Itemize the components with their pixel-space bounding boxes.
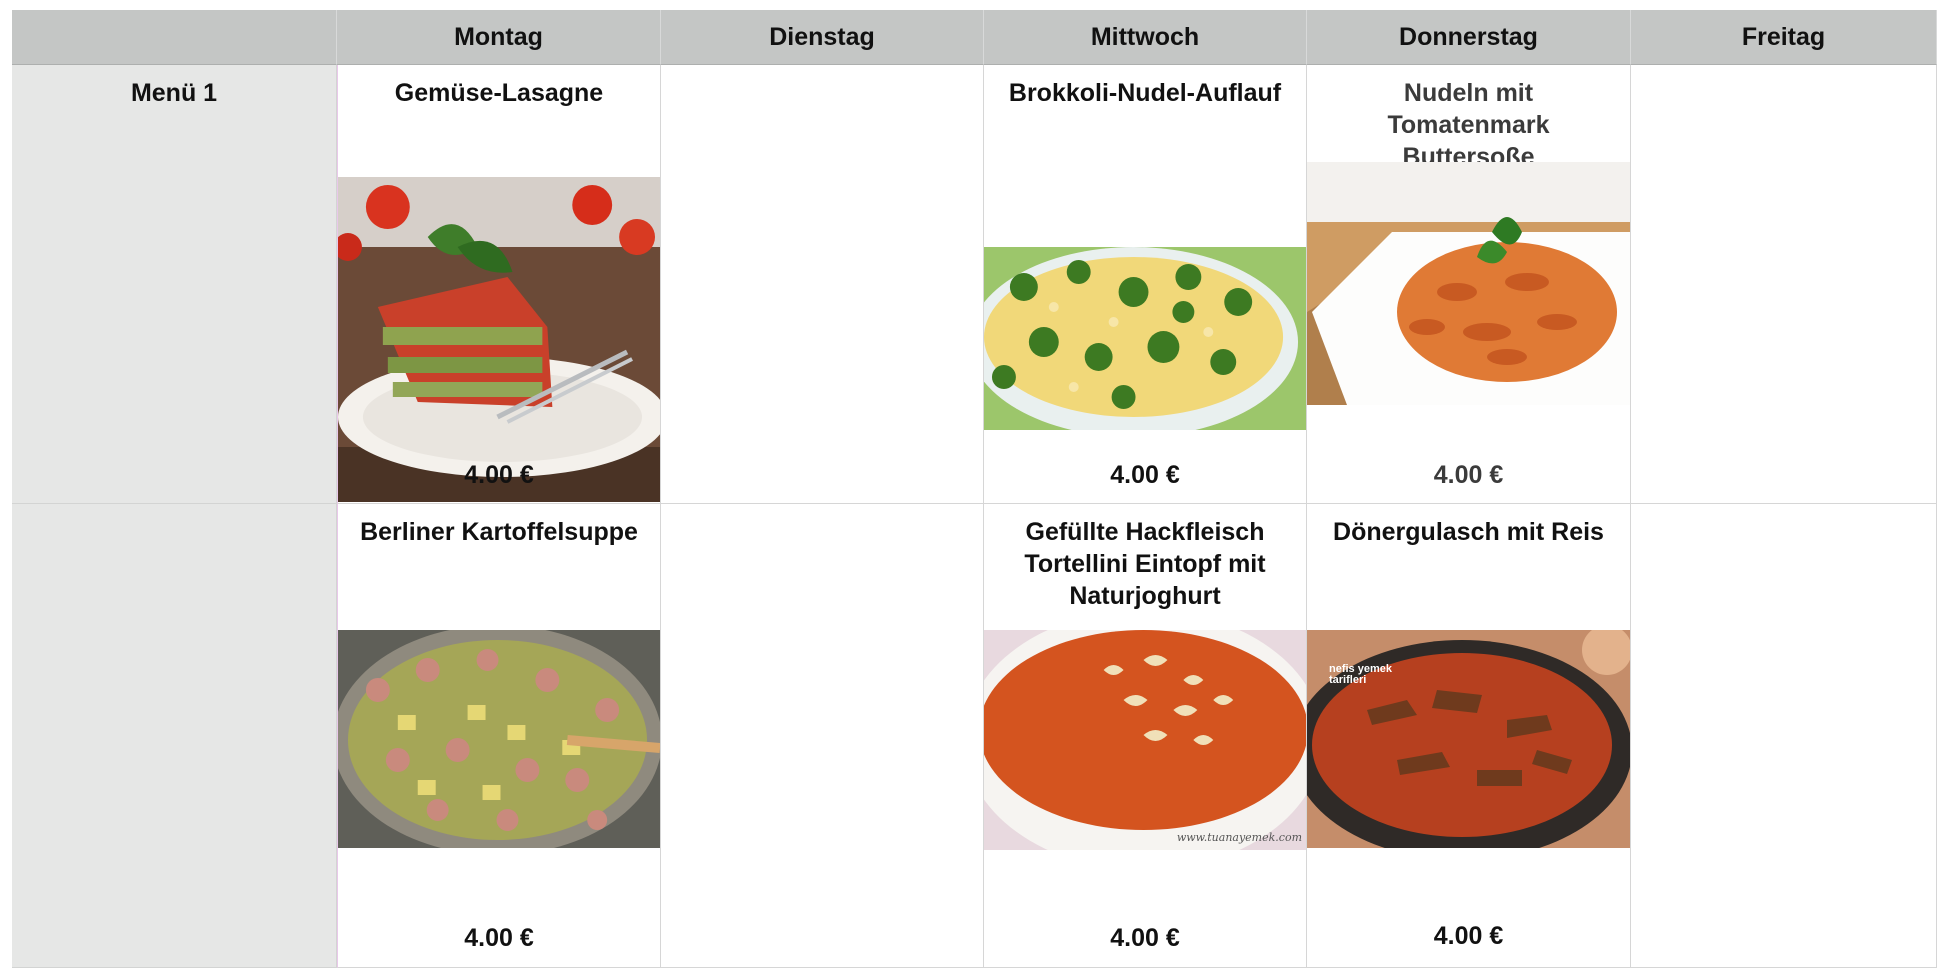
dish-title: Berliner Kartoffelsuppe (360, 518, 638, 546)
photo-watermark: www.tuanayemek.com (1176, 831, 1302, 844)
header-day-freitag: Freitag (1631, 10, 1937, 65)
dish-cell-donnerstag-2[interactable]: Dönergulasch mit Reis nefis yemek tarifl… (1307, 504, 1631, 968)
photo-watermark: nefis yemek tarifleri (1329, 663, 1392, 686)
weekly-menu-table: Montag Dienstag Mittwoch Donnerstag Frei… (12, 10, 1937, 968)
dish-cell-dienstag-1-empty (661, 65, 984, 504)
dish-cell-freitag-2-empty (1631, 504, 1937, 968)
fusilli-tomato-photo (1307, 162, 1630, 405)
dish-title: Brokkoli-Nudel-Auflauf (1008, 79, 1282, 107)
dish-title: Dönergulasch mit Reis (1333, 518, 1604, 546)
lasagne-photo (338, 177, 660, 502)
dish-price: 4.00 € (1433, 922, 1504, 950)
broccoli-casserole-photo (984, 247, 1306, 430)
row-label-menu-1: Menü 1 (12, 65, 337, 504)
dish-title: Nudeln mit Tomatenmark Buttersoße (1387, 79, 1550, 171)
dish-cell-montag-2[interactable]: Berliner Kartoffelsuppe 4.00 € (337, 504, 661, 968)
potato-soup-photo (338, 630, 660, 848)
dish-price: 4.00 € (464, 924, 534, 952)
dish-price: 4.00 € (1433, 461, 1504, 489)
header-day-montag: Montag (337, 10, 661, 65)
dish-cell-montag-1[interactable]: Gemüse-Lasagne 4.00 € (337, 65, 661, 504)
dish-price: 4.00 € (1110, 924, 1180, 952)
header-day-dienstag: Dienstag (661, 10, 984, 65)
dish-cell-freitag-1-empty (1631, 65, 1937, 504)
dish-price: 4.00 € (464, 461, 534, 489)
dish-cell-dienstag-2-empty (661, 504, 984, 968)
doner-goulash-photo: nefis yemek tarifleri (1307, 630, 1630, 848)
dish-title: Gefüllte Hackfleisch Tortellini Eintopf … (1024, 518, 1266, 610)
header-corner (12, 10, 337, 65)
dish-cell-donnerstag-1[interactable]: Nudeln mit Tomatenmark Buttersoße Nudeln… (1307, 65, 1631, 504)
dish-price: 4.00 € (1110, 461, 1180, 489)
row-label-menu-2 (12, 504, 337, 968)
dish-title: Gemüse-Lasagne (394, 79, 604, 107)
header-day-mittwoch: Mittwoch (984, 10, 1307, 65)
dish-cell-mittwoch-1[interactable]: Brokkoli-Nudel-Auflauf 4.00 € (984, 65, 1307, 504)
header-day-donnerstag: Donnerstag (1307, 10, 1631, 65)
dish-cell-mittwoch-2[interactable]: Gefüllte Hackfleisch Tortellini Eintopf … (984, 504, 1307, 968)
tortellini-soup-photo: www.tuanayemek.com (984, 630, 1306, 850)
